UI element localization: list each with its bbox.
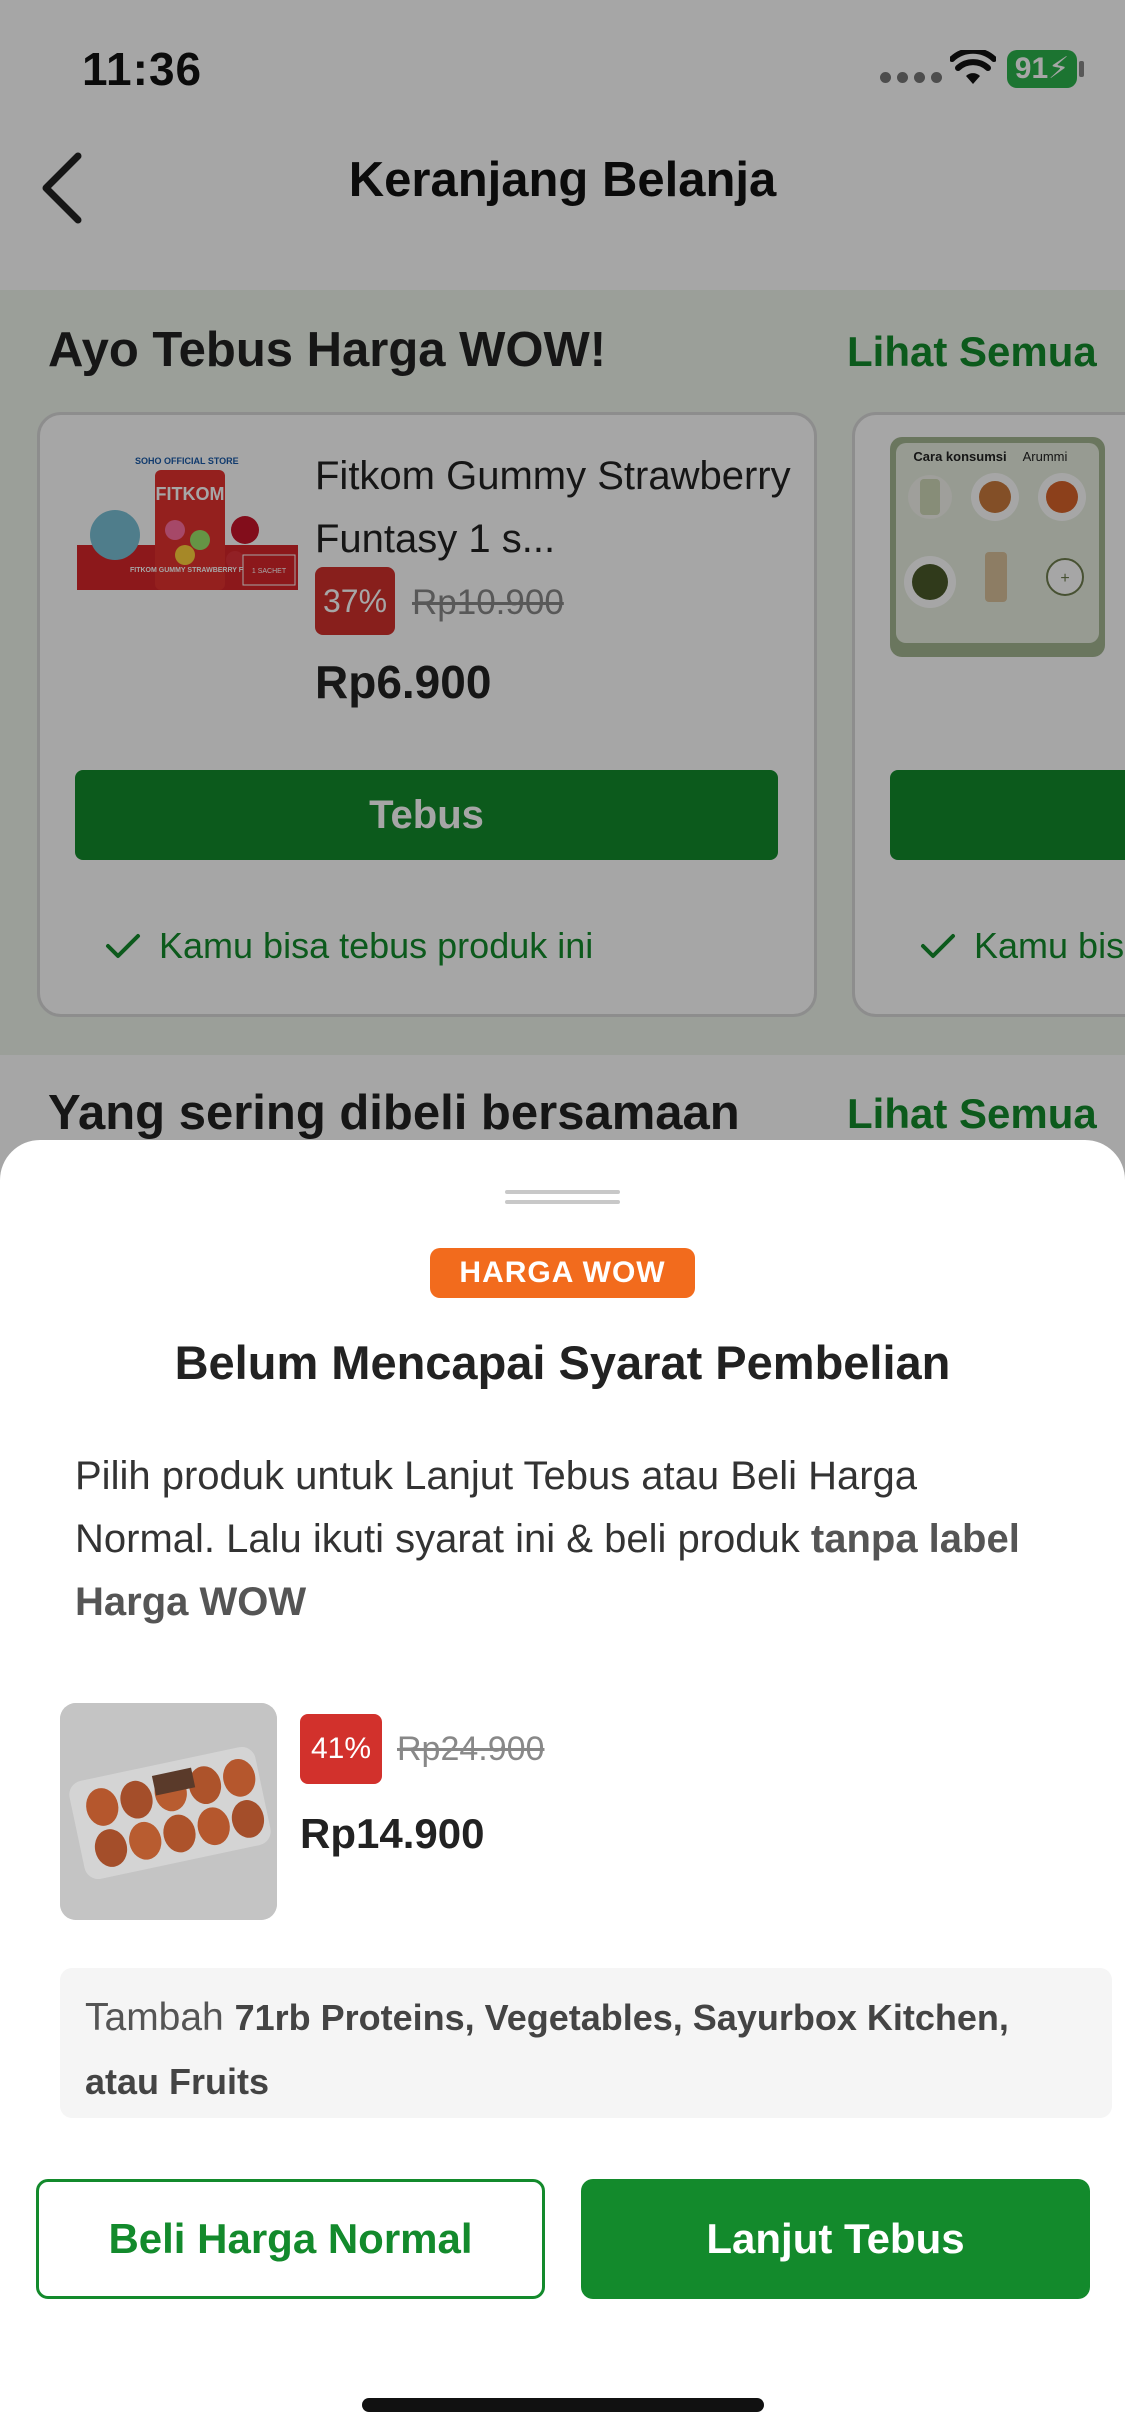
egg-product-image	[60, 1703, 277, 1920]
sheet-description: Pilih produk untuk Lanjut Tebus atau Bel…	[75, 1445, 1065, 1634]
sheet-drag-handle[interactable]	[505, 1190, 620, 1206]
requirement-text: Tambah	[85, 1996, 235, 2039]
bottom-sheet: HARGA WOW Belum Mencapai Syarat Pembelia…	[0, 1140, 1125, 2436]
harga-wow-badge: HARGA WOW	[430, 1248, 695, 1298]
sheet-original-price: Rp24.900	[397, 1730, 545, 1768]
buy-normal-price-button[interactable]: Beli Harga Normal	[36, 2179, 545, 2299]
sheet-discount-badge: 41%	[300, 1714, 382, 1784]
continue-redeem-button[interactable]: Lanjut Tebus	[581, 2179, 1090, 2299]
home-indicator	[362, 2398, 764, 2412]
sheet-final-price: Rp14.900	[300, 1810, 485, 1857]
sheet-title: Belum Mencapai Syarat Pembelian	[174, 1336, 951, 1389]
purchase-requirement: Tambah 71rb Proteins, Vegetables, Sayurb…	[60, 1968, 1112, 2118]
desc-text: Pilih produk untuk Lanjut Tebus atau Bel…	[75, 1454, 918, 1561]
